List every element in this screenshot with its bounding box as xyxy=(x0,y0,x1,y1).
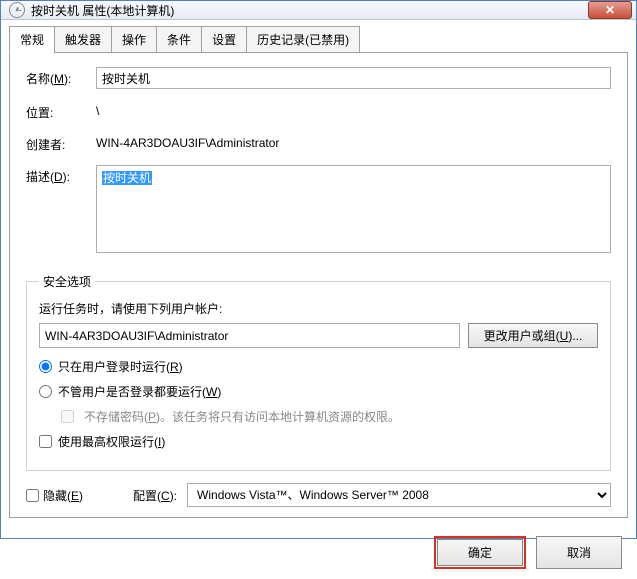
highest-label: 使用最高权限运行(I) xyxy=(58,433,165,450)
tab-general[interactable]: 常规 xyxy=(9,26,55,53)
config-label: 配置(C): xyxy=(133,487,177,504)
dialog-footer: 确定 取消 xyxy=(1,526,636,579)
hidden-label: 隐藏(E) xyxy=(43,487,83,504)
location-label: 位置: xyxy=(26,101,96,121)
nopass-label: 不存储密码(P)。该任务将只有访问本地计算机资源的权限。 xyxy=(84,408,400,425)
radio-logged-input[interactable] xyxy=(39,360,52,373)
radio-run-when-logged-on[interactable]: 只在用户登录时运行(R) xyxy=(39,358,598,375)
row-location: 位置: \ xyxy=(26,101,611,121)
highest-checkbox[interactable] xyxy=(39,435,52,448)
row-description: 描述(D): 按时关机 xyxy=(26,165,611,253)
cancel-button[interactable]: 取消 xyxy=(536,536,622,569)
bottom-row: 隐藏(E) 配置(C): Windows Vista™、Windows Serv… xyxy=(26,483,611,507)
name-input[interactable] xyxy=(96,67,611,89)
clock-icon xyxy=(9,2,25,18)
radio-any-label: 不管用户是否登录都要运行(W) xyxy=(58,383,221,400)
tab-actions[interactable]: 操作 xyxy=(111,26,157,53)
account-hint: 运行任务时，请使用下列用户帐户: xyxy=(39,300,598,317)
creator-label: 创建者: xyxy=(26,133,96,153)
radio-any-input[interactable] xyxy=(39,385,52,398)
description-text: 按时关机 xyxy=(102,171,152,185)
security-options-group: 安全选项 运行任务时，请使用下列用户帐户: 更改用户或组(U)... 只在用户登… xyxy=(26,273,611,471)
hidden-checkbox-input[interactable] xyxy=(26,489,39,502)
body: 常规 触发器 操作 条件 设置 历史记录(已禁用) 名称(M): 位置: \ 创… xyxy=(1,20,636,526)
tab-history[interactable]: 历史记录(已禁用) xyxy=(246,26,360,53)
ok-button[interactable]: 确定 xyxy=(437,539,523,566)
titlebar: 按时关机 属性(本地计算机) ✕ xyxy=(1,1,636,20)
radio-run-regardless[interactable]: 不管用户是否登录都要运行(W) xyxy=(39,383,598,400)
config-select[interactable]: Windows Vista™、Windows Server™ 2008 xyxy=(187,483,611,507)
ok-highlight: 确定 xyxy=(434,536,526,569)
tab-strip: 常规 触发器 操作 条件 设置 历史记录(已禁用) xyxy=(9,26,628,53)
security-legend: 安全选项 xyxy=(39,273,95,290)
row-name: 名称(M): xyxy=(26,67,611,89)
checkbox-hidden[interactable]: 隐藏(E) xyxy=(26,487,83,504)
nopass-checkbox xyxy=(61,410,74,423)
checkbox-highest-privileges[interactable]: 使用最高权限运行(I) xyxy=(39,433,598,450)
name-label: 名称(M): xyxy=(26,67,96,87)
dialog-window: 按时关机 属性(本地计算机) ✕ 常规 触发器 操作 条件 设置 历史记录(已禁… xyxy=(0,0,637,539)
close-button[interactable]: ✕ xyxy=(588,1,632,19)
change-user-button[interactable]: 更改用户或组(U)... xyxy=(468,323,598,348)
location-value: \ xyxy=(96,101,99,118)
tab-conditions[interactable]: 条件 xyxy=(156,26,202,53)
account-row: 更改用户或组(U)... xyxy=(39,323,598,348)
row-creator: 创建者: WIN-4AR3DOAU3IF\Administrator xyxy=(26,133,611,153)
creator-value: WIN-4AR3DOAU3IF\Administrator xyxy=(96,133,279,150)
radio-logged-label: 只在用户登录时运行(R) xyxy=(58,358,183,375)
close-icon: ✕ xyxy=(605,3,615,17)
description-label: 描述(D): xyxy=(26,165,96,185)
account-input[interactable] xyxy=(39,323,460,348)
description-input[interactable]: 按时关机 xyxy=(96,165,611,253)
checkbox-no-store-password: 不存储密码(P)。该任务将只有访问本地计算机资源的权限。 xyxy=(61,408,598,425)
tab-triggers[interactable]: 触发器 xyxy=(54,26,112,53)
window-title: 按时关机 属性(本地计算机) xyxy=(31,2,588,19)
tab-settings[interactable]: 设置 xyxy=(201,26,247,53)
tab-panel-general: 名称(M): 位置: \ 创建者: WIN-4AR3DOAU3IF\Admini… xyxy=(9,52,628,518)
